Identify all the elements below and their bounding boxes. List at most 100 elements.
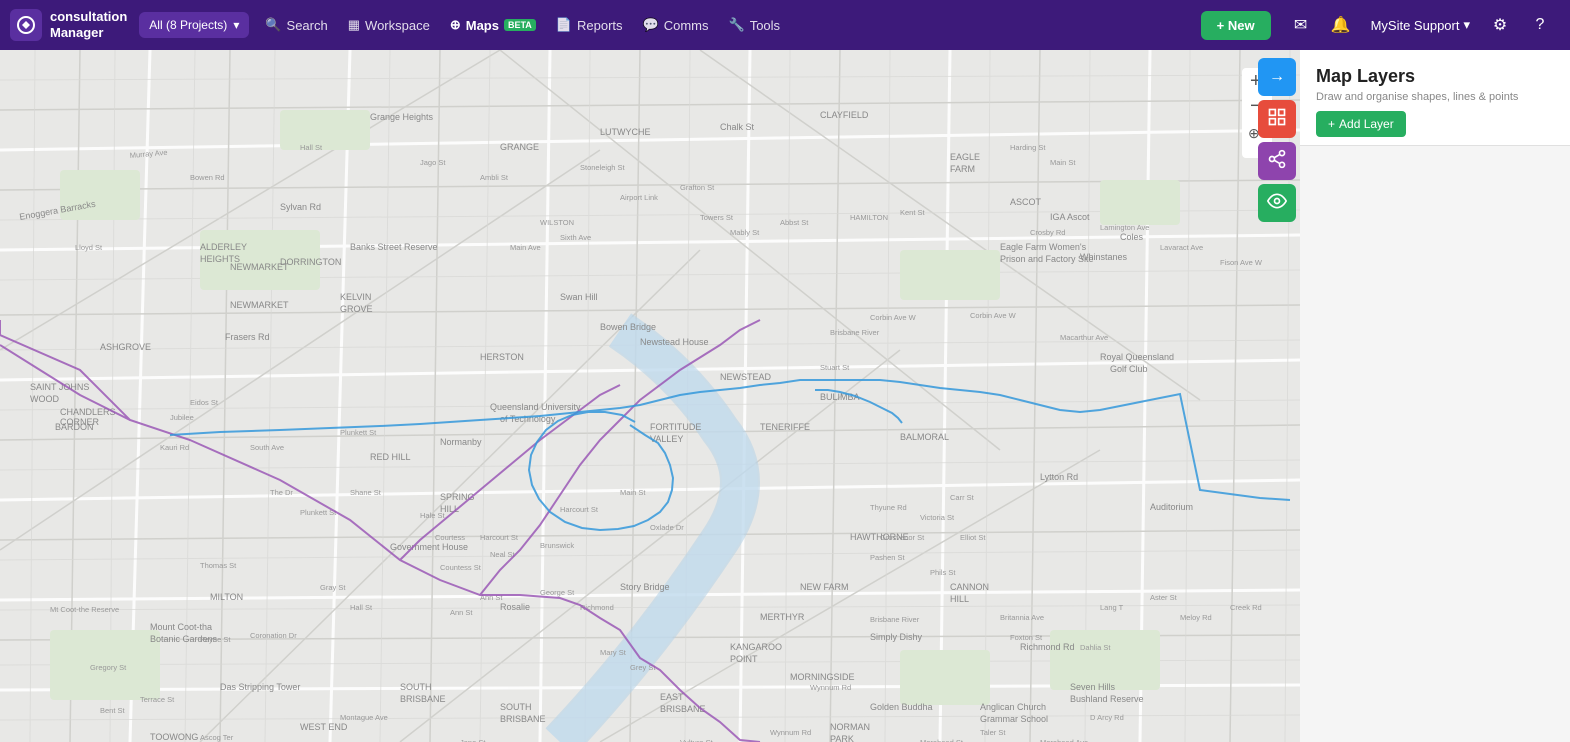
svg-text:Macarthur Ave: Macarthur Ave [1060, 333, 1108, 342]
svg-text:Corbin Ave W: Corbin Ave W [970, 311, 1017, 320]
app-logo-text: consultation Manager [50, 9, 127, 40]
svg-text:Brisbane River: Brisbane River [870, 615, 920, 624]
svg-text:Phils St: Phils St [930, 568, 956, 577]
mail-button[interactable]: ✉ [1283, 7, 1319, 43]
svg-text:Frasers Rd: Frasers Rd [225, 332, 270, 342]
svg-text:Kauri Rd: Kauri Rd [160, 443, 189, 452]
svg-text:Thyune Rd: Thyune Rd [870, 503, 907, 512]
svg-text:HEIGHTS: HEIGHTS [200, 254, 240, 264]
svg-text:Thomas St: Thomas St [200, 561, 237, 570]
svg-text:Elliot St: Elliot St [960, 533, 986, 542]
svg-text:Plunkett St: Plunkett St [340, 428, 377, 437]
svg-text:Abbst St: Abbst St [780, 218, 809, 227]
svg-text:HERSTON: HERSTON [480, 352, 524, 362]
svg-text:Normanby: Normanby [440, 437, 482, 447]
svg-text:Main St: Main St [1050, 158, 1076, 167]
reports-nav-button[interactable]: 📄 Reports [546, 11, 633, 39]
maps-nav-button[interactable]: ⊕ Maps BETA [440, 11, 546, 39]
panel-tab-eye[interactable] [1258, 184, 1296, 222]
settings-button[interactable]: ⚙ [1482, 7, 1518, 43]
svg-text:FORTITUDE: FORTITUDE [650, 422, 701, 432]
svg-text:Courtess: Courtess [435, 533, 465, 542]
svg-text:ASHGROVE: ASHGROVE [100, 342, 151, 352]
svg-text:Countess St: Countess St [440, 563, 482, 572]
svg-text:Lavaract Ave: Lavaract Ave [1160, 243, 1203, 252]
svg-text:SOUTH: SOUTH [400, 682, 432, 692]
svg-text:Gray St: Gray St [320, 583, 346, 592]
svg-text:MILTON: MILTON [210, 592, 243, 602]
share-icon [1267, 149, 1287, 174]
right-panel: Map Layers Draw and organise shapes, lin… [1300, 50, 1570, 742]
projects-dropdown-button[interactable]: All (8 Projects) ▾ [139, 12, 249, 38]
comms-icon: 💬 [643, 17, 659, 33]
svg-text:Bushland Reserve: Bushland Reserve [1070, 694, 1144, 704]
add-layer-button[interactable]: + Add Layer [1316, 111, 1406, 137]
svg-text:Rosalie: Rosalie [500, 602, 530, 612]
help-button[interactable]: ? [1522, 7, 1558, 43]
workspace-nav-button[interactable]: ▦ Workspace [338, 11, 440, 39]
svg-text:WEST END: WEST END [300, 722, 348, 732]
svg-text:HAMILTON: HAMILTON [850, 213, 888, 222]
svg-text:Richmond Rd: Richmond Rd [1020, 642, 1075, 652]
panel-tab-layers[interactable] [1258, 100, 1296, 138]
svg-text:Foxton St: Foxton St [1010, 633, 1043, 642]
mysite-support-button[interactable]: MySite Support ▾ [1361, 11, 1480, 39]
svg-text:Golf Club: Golf Club [1110, 364, 1148, 374]
svg-text:NEWSTEAD: NEWSTEAD [720, 372, 772, 382]
svg-text:Anglican Church: Anglican Church [980, 702, 1046, 712]
svg-text:Aster St: Aster St [1150, 593, 1178, 602]
svg-text:Simply Dishy: Simply Dishy [870, 632, 923, 642]
panel-tab-group: → [1254, 50, 1300, 230]
tools-nav-button[interactable]: 🔧 Tools [719, 11, 791, 39]
panel-tab-share[interactable] [1258, 142, 1296, 180]
svg-text:NEWMARKET: NEWMARKET [230, 300, 289, 310]
svg-text:Hall St: Hall St [300, 143, 323, 152]
workspace-icon: ▦ [348, 17, 360, 33]
svg-text:SPRING: SPRING [440, 492, 475, 502]
arrow-right-icon: → [1269, 68, 1285, 86]
svg-text:Banks Street Reserve: Banks Street Reserve [350, 242, 438, 252]
svg-text:VALLEY: VALLEY [650, 434, 683, 444]
svg-text:BRISBANE: BRISBANE [400, 694, 446, 704]
panel-title: Map Layers [1316, 66, 1554, 87]
search-nav-button[interactable]: 🔍 Search [255, 11, 337, 39]
svg-text:Mary St: Mary St [600, 648, 627, 657]
layers-icon [1267, 107, 1287, 132]
svg-text:Main Ave: Main Ave [510, 243, 541, 252]
svg-text:GROVE: GROVE [340, 304, 373, 314]
svg-text:Airport Link: Airport Link [620, 193, 658, 202]
svg-text:Harcourt St: Harcourt St [560, 505, 599, 514]
svg-text:Jago St: Jago St [420, 158, 446, 167]
notifications-button[interactable]: 🔔 [1323, 7, 1359, 43]
new-button[interactable]: + New [1201, 11, 1271, 40]
svg-text:Hall St: Hall St [350, 603, 373, 612]
svg-text:Morehead St: Morehead St [920, 738, 964, 742]
svg-text:POINT: POINT [730, 654, 758, 664]
svg-text:Chalk St: Chalk St [720, 122, 755, 132]
svg-text:Shane St: Shane St [350, 488, 382, 497]
svg-text:Corbin Ave W: Corbin Ave W [870, 313, 917, 322]
svg-text:NEW FARM: NEW FARM [800, 582, 849, 592]
svg-text:Stuart St: Stuart St [820, 363, 850, 372]
svg-text:Lang T: Lang T [1100, 603, 1124, 612]
comms-nav-button[interactable]: 💬 Comms [633, 11, 719, 39]
svg-text:Morehead Ave: Morehead Ave [1040, 738, 1088, 742]
panel-content [1300, 146, 1570, 742]
svg-text:HILL: HILL [950, 594, 969, 604]
svg-text:Bent St: Bent St [100, 706, 126, 715]
gear-icon: ⚙ [1493, 15, 1507, 35]
svg-text:ALDERLEY: ALDERLEY [200, 242, 247, 252]
svg-text:Fison Ave W: Fison Ave W [1220, 258, 1263, 267]
svg-text:Brunswick: Brunswick [540, 541, 574, 550]
svg-text:Bowen Rd: Bowen Rd [190, 173, 225, 182]
svg-text:Lamington Ave: Lamington Ave [1100, 223, 1149, 232]
svg-text:Royal Queensland: Royal Queensland [1100, 352, 1174, 362]
svg-text:Auditorium: Auditorium [1150, 502, 1193, 512]
panel-tab-arrow[interactable]: → [1258, 58, 1296, 96]
svg-text:MORNINGSIDE: MORNINGSIDE [790, 672, 855, 682]
map-container[interactable]: Enoggera Barracks ASHGROVE BARDON SAINT … [0, 50, 1300, 742]
svg-text:SAINT JOHNS: SAINT JOHNS [30, 382, 89, 392]
svg-text:PARK: PARK [830, 734, 854, 742]
svg-text:Jubilee: Jubilee [170, 413, 194, 422]
map-svg: Enoggera Barracks ASHGROVE BARDON SAINT … [0, 50, 1300, 742]
